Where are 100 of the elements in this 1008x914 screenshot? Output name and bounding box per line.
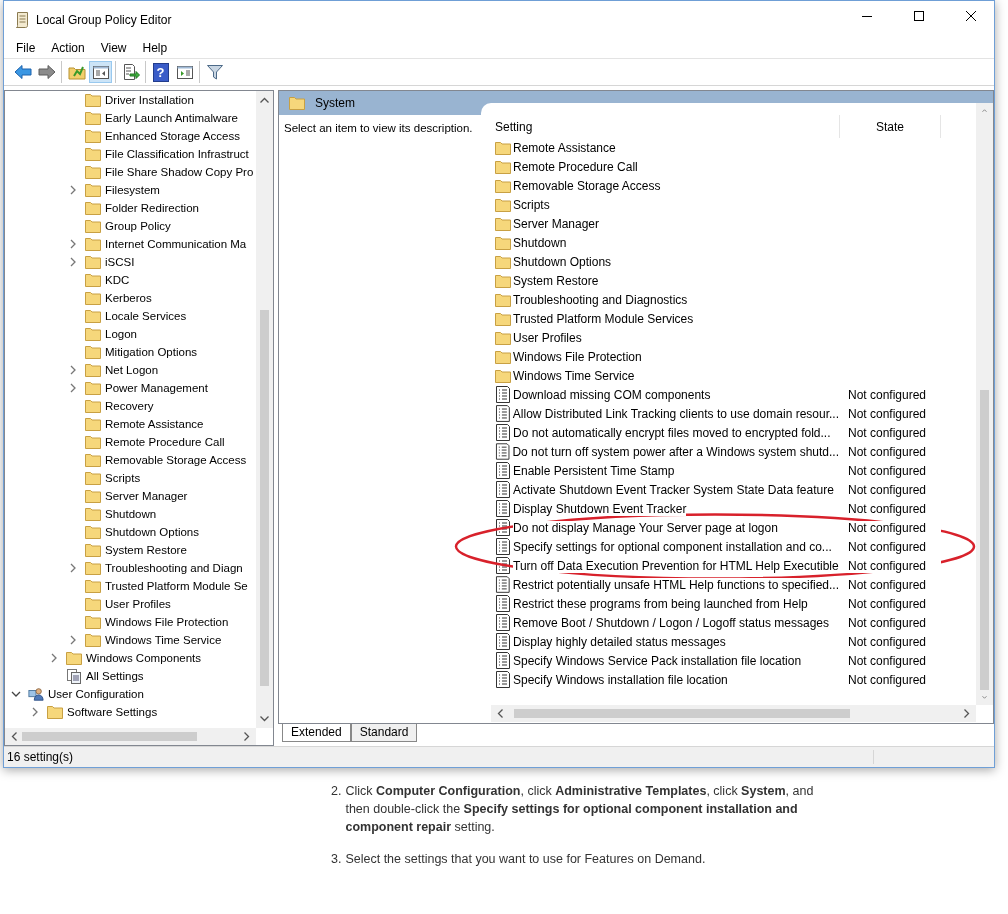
column-header[interactable]: Setting: [481, 119, 839, 134]
tree-item[interactable]: Mitigation Options: [105, 346, 198, 358]
menu-item[interactable]: View: [92, 41, 135, 55]
column-header[interactable]: State: [839, 115, 941, 138]
folder-icon: [66, 651, 82, 665]
tree-item[interactable]: Power Management: [105, 382, 208, 394]
scroll-right-icon[interactable]: [244, 732, 250, 741]
tree-item[interactable]: Folder Redirection: [105, 202, 199, 214]
view-tab[interactable]: Extended: [282, 724, 351, 742]
tree-item[interactable]: Trusted Platform Module Se: [105, 580, 248, 592]
setting-name[interactable]: Removable Storage Access: [513, 178, 661, 193]
scroll-left-icon[interactable]: [497, 709, 503, 718]
setting-name[interactable]: Display highly detailed status messages: [513, 634, 726, 649]
setting-name[interactable]: Restrict potentially unsafe HTML Help functions to specified...: [512, 577, 839, 592]
tree-item[interactable]: Software Settings: [67, 706, 158, 718]
tree-item[interactable]: Driver Installation: [105, 94, 194, 106]
horizontal-scrollbar[interactable]: [5, 728, 256, 745]
tree-item[interactable]: Removable Storage Access: [105, 454, 247, 466]
tree-item[interactable]: iSCSI: [105, 256, 135, 268]
setting-name[interactable]: Specify settings for optional component installation and co...: [513, 539, 832, 554]
folder-icon: [85, 417, 101, 431]
vertical-scrollbar[interactable]: [976, 103, 993, 705]
horizontal-scrollbar[interactable]: [491, 705, 976, 722]
setting-name[interactable]: Remote Assistance: [513, 140, 616, 155]
tree-item[interactable]: User Configuration: [48, 688, 144, 700]
tree-item[interactable]: Shutdown: [105, 508, 157, 520]
tree-item[interactable]: Windows Time Service: [105, 634, 222, 646]
folder-up-icon: [67, 64, 86, 80]
scroll-up-icon[interactable]: [260, 97, 269, 103]
setting-name[interactable]: System Restore: [513, 273, 599, 288]
app-icon: [14, 10, 30, 29]
setting-name[interactable]: Troubleshooting and Diagnostics: [513, 292, 688, 307]
setting-name[interactable]: Windows File Protection: [513, 349, 642, 364]
setting-name[interactable]: Trusted Platform Module Services: [513, 311, 694, 326]
tree-item[interactable]: Early Launch Antimalware: [105, 112, 238, 124]
folder-icon: [495, 273, 511, 288]
scroll-right-icon[interactable]: [964, 709, 970, 718]
scroll-down-icon[interactable]: [260, 716, 269, 722]
scrollbar-thumb[interactable]: [980, 390, 989, 690]
tree-item[interactable]: Filesystem: [105, 184, 160, 196]
folder-icon: [495, 254, 511, 269]
tree-item[interactable]: Windows Components: [86, 652, 202, 664]
setting-name[interactable]: Do not display Manage Your Server page at logon: [513, 520, 778, 535]
setting-name[interactable]: Download missing COM components: [513, 387, 711, 402]
description-text: Select an item to view its description.: [284, 122, 473, 134]
vertical-scrollbar[interactable]: [256, 91, 273, 728]
tree-item[interactable]: Windows File Protection: [105, 616, 229, 628]
tree-item[interactable]: Remote Assistance: [105, 418, 204, 430]
scrollbar-thumb[interactable]: [22, 732, 197, 741]
tree-item[interactable]: KDC: [105, 274, 130, 286]
setting-name[interactable]: Specify Windows installation file location: [513, 672, 728, 687]
setting-name[interactable]: Activate Shutdown Event Tracker System State Data feature: [513, 482, 834, 497]
tree-item[interactable]: File Classification Infrastruct: [105, 148, 249, 160]
tree-item[interactable]: Kerberos: [105, 292, 152, 304]
scrollbar-thumb[interactable]: [260, 310, 269, 686]
tree-item[interactable]: User Profiles: [105, 598, 171, 610]
setting-name[interactable]: Shutdown: [513, 235, 567, 250]
tree-item[interactable]: Recovery: [105, 400, 154, 412]
setting-name[interactable]: Restrict these programs from being launched from Help: [513, 596, 808, 611]
scroll-left-icon[interactable]: [11, 732, 17, 741]
tree-item[interactable]: File Share Shadow Copy Pro: [105, 166, 254, 178]
setting-name[interactable]: Shutdown Options: [513, 254, 612, 269]
menu-item[interactable]: File: [8, 41, 44, 55]
setting-name[interactable]: Allow Distributed Link Tracking clients to use domain resour...: [512, 406, 839, 421]
folder-icon: [85, 345, 101, 359]
setting-name[interactable]: Scripts: [513, 197, 550, 212]
folder-icon: [495, 197, 511, 212]
setting-name[interactable]: Do not turn off system power after a Windows system shutd...: [512, 444, 839, 459]
tree-item[interactable]: Server Manager: [105, 490, 188, 502]
setting-name[interactable]: Display Shutdown Event Tracker: [513, 501, 687, 516]
tree-item[interactable]: All Settings: [86, 670, 144, 682]
setting-name[interactable]: Do not automatically encrypt files moved to encrypted fold...: [513, 425, 831, 440]
tree-item[interactable]: Locale Services: [105, 310, 187, 322]
tree-item[interactable]: Enhanced Storage Access: [105, 130, 240, 142]
folder-icon: [289, 96, 305, 110]
tree-item[interactable]: Net Logon: [105, 364, 159, 376]
setting-name[interactable]: Remove Boot / Shutdown / Logon / Logoff status messages: [513, 615, 829, 630]
menu-item[interactable]: Help: [134, 41, 176, 55]
tree-item[interactable]: Logon: [105, 328, 137, 340]
tree-item[interactable]: System Restore: [105, 544, 187, 556]
tree-item[interactable]: Scripts: [105, 472, 141, 484]
setting-name[interactable]: Enable Persistent Time Stamp: [513, 463, 675, 478]
setting-name[interactable]: Remote Procedure Call: [513, 159, 638, 174]
setting-name[interactable]: Specify Windows Service Pack installation file location: [513, 653, 802, 668]
tree-item[interactable]: Internet Communication Ma: [105, 238, 247, 250]
menu-item[interactable]: Action: [43, 41, 93, 55]
toolbar-button[interactable]: [89, 61, 112, 83]
setting-name[interactable]: Turn off Data Execution Prevention for HTML Help Executible: [513, 558, 839, 573]
tree-item[interactable]: Group Policy: [105, 220, 171, 232]
tree-item[interactable]: Troubleshooting and Diagn: [105, 562, 243, 574]
tree-item[interactable]: Shutdown Options: [105, 526, 199, 538]
setting-name[interactable]: Windows Time Service: [513, 368, 635, 383]
scrollbar-thumb[interactable]: [514, 709, 850, 718]
setting-name[interactable]: Server Manager: [513, 216, 600, 231]
tree-item[interactable]: Remote Procedure Call: [105, 436, 225, 448]
step-text: Click Computer Configuration, click Administrative Templates, click System, and then double-click the Specify settings for optional component installation and component repair setting.: [345, 783, 815, 836]
close-icon[interactable]: [966, 10, 976, 21]
setting-name[interactable]: User Profiles: [513, 330, 582, 345]
view-tab[interactable]: Standard: [350, 724, 418, 742]
maximize-icon[interactable]: [914, 10, 924, 21]
